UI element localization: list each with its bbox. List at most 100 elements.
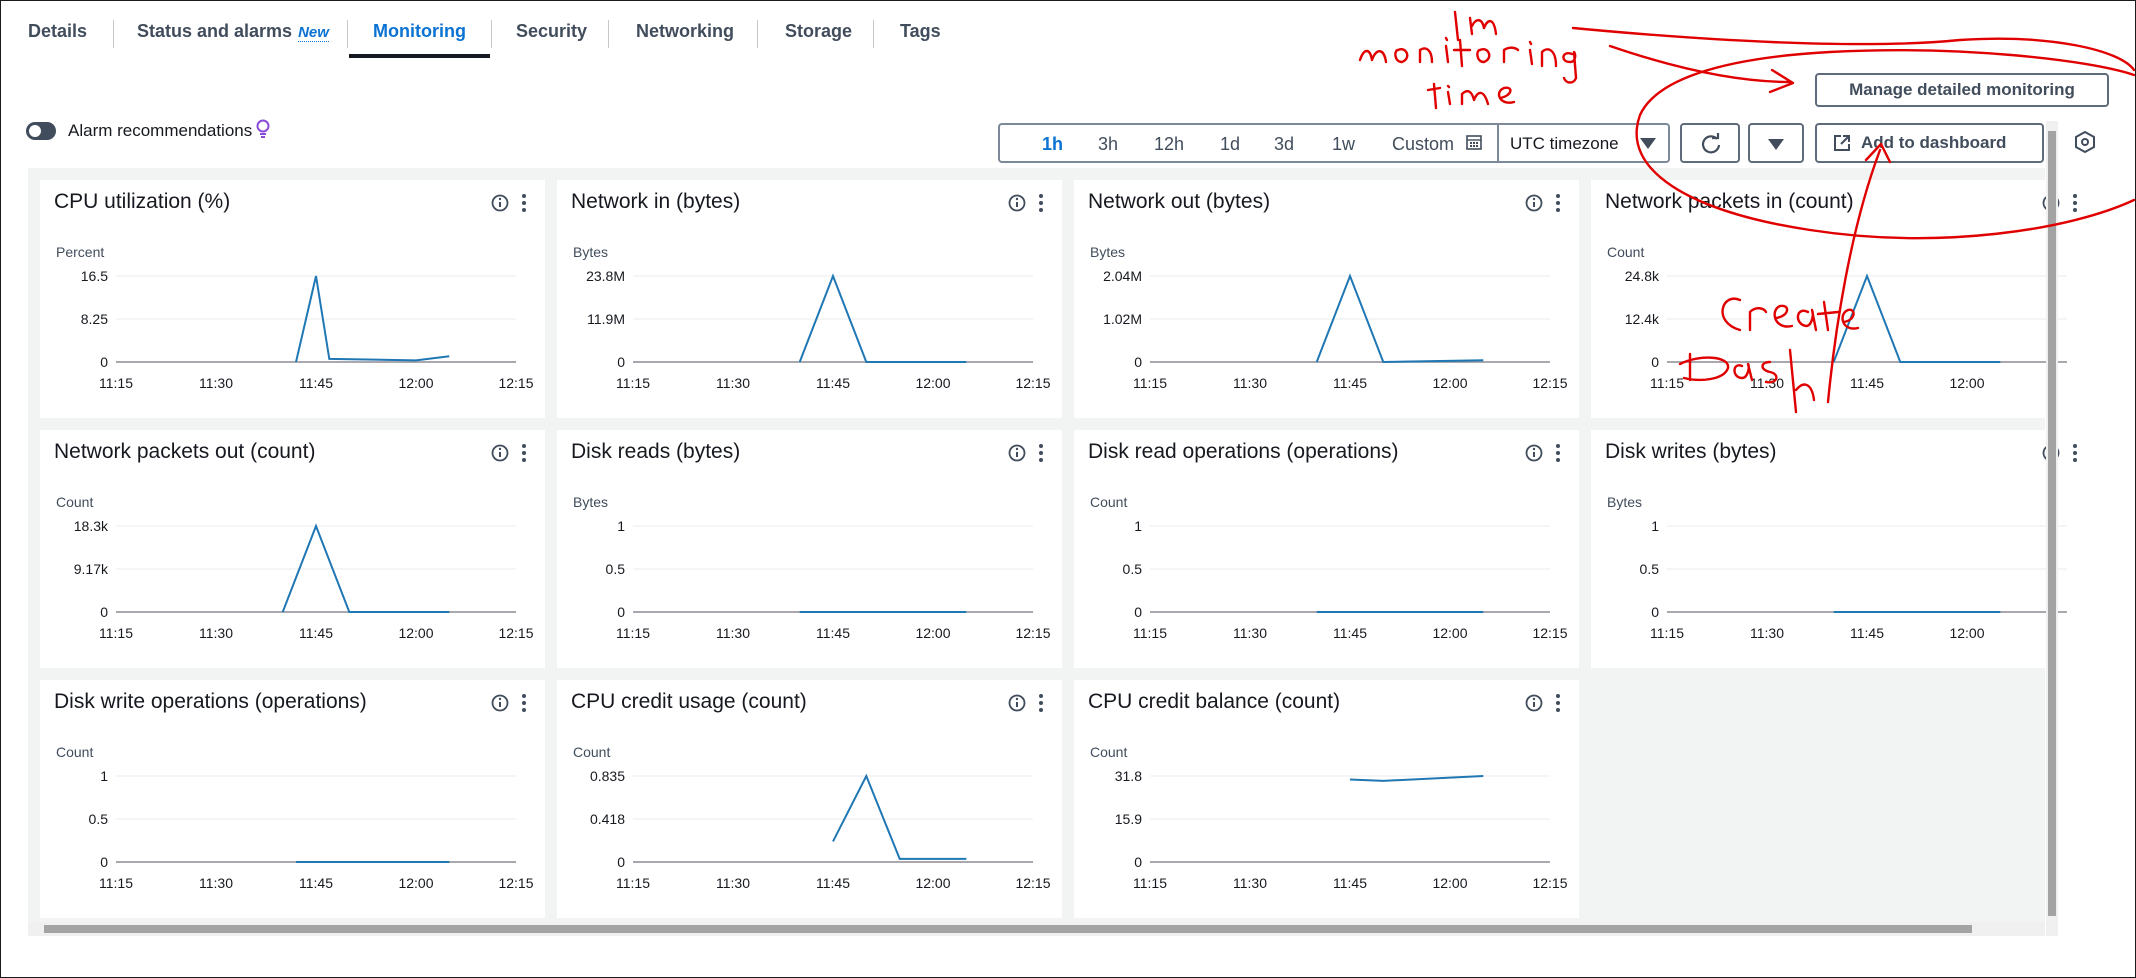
y-tick-label: 11.9M <box>587 311 625 327</box>
x-tick-label: 11:15 <box>616 625 650 641</box>
tab-security[interactable]: Security <box>516 0 587 58</box>
y-tick-label: 9.17k <box>74 561 109 577</box>
preferences-icon[interactable] <box>2075 131 2095 153</box>
x-tick-label: 11:30 <box>199 625 233 641</box>
x-tick-label: 11:15 <box>1133 375 1167 391</box>
more-options-icon[interactable] <box>1555 193 1561 213</box>
series-line[interactable] <box>832 773 967 860</box>
vertical-scrollbar[interactable] <box>2046 121 2058 936</box>
alarm-recommendations-toggle[interactable] <box>26 122 56 140</box>
series-line[interactable] <box>1349 775 1484 782</box>
info-icon[interactable] <box>1525 194 1543 212</box>
caret-down-icon[interactable] <box>1640 138 1656 149</box>
y-tick-label: 1 <box>1651 518 1659 534</box>
info-icon[interactable] <box>1525 694 1543 712</box>
caret-down-icon <box>1768 139 1784 150</box>
metric-widget: Disk read operations (operations) Count 0 0… <box>1074 430 1579 668</box>
x-tick-label: 11:30 <box>716 625 750 641</box>
tab-status-and-alarms[interactable]: Status and alarms New <box>137 0 329 58</box>
x-tick-label: 12:15 <box>1015 875 1050 891</box>
range-1h[interactable]: 1h <box>1042 125 1063 161</box>
x-tick-label: 12:15 <box>498 875 533 891</box>
scrollbar-thumb[interactable] <box>2048 131 2056 916</box>
tab-monitoring[interactable]: Monitoring <box>373 0 466 58</box>
calendar-icon[interactable] <box>1466 134 1482 150</box>
more-options-icon[interactable] <box>1555 443 1561 463</box>
range-1d[interactable]: 1d <box>1220 125 1240 161</box>
x-tick-label: 12:00 <box>915 375 950 391</box>
y-tick-label: 0.835 <box>590 768 625 784</box>
x-tick-label: 12:00 <box>1949 375 1984 391</box>
line-chart: 0 8.25 16.5 11:15 11:30 11:45 12:00 12:15 <box>81 268 534 391</box>
y-tick-label: 15.9 <box>1115 811 1142 827</box>
x-tick-label: 12:00 <box>398 375 433 391</box>
tab-tags[interactable]: Tags <box>900 0 941 58</box>
y-tick-label: 0.5 <box>1123 561 1143 577</box>
tab-details[interactable]: Details <box>28 0 87 58</box>
widget-title: Network in (bytes) <box>571 190 741 213</box>
range-3d[interactable]: 3d <box>1274 125 1294 161</box>
info-icon[interactable] <box>491 694 509 712</box>
y-tick-label: 31.8 <box>1115 768 1142 784</box>
tab-label: Monitoring <box>373 21 466 41</box>
timezone-divider <box>1497 125 1499 161</box>
metric-widget: Disk writes (bytes) Bytes 0 0.5 1 11:15 11:30 1… <box>1591 430 2096 668</box>
x-tick-label: 11:30 <box>716 375 750 391</box>
add-to-dashboard-button[interactable]: Add to dashboard <box>1815 123 2044 163</box>
widget-title: Disk writes (bytes) <box>1605 440 1777 463</box>
scrollbar-thumb[interactable] <box>44 925 1972 933</box>
info-icon[interactable] <box>491 194 509 212</box>
range-12h[interactable]: 12h <box>1154 125 1184 161</box>
tab-divider <box>113 20 114 48</box>
range-3h[interactable]: 3h <box>1098 125 1118 161</box>
x-tick-label: 11:30 <box>1750 625 1784 641</box>
widget-title: Disk read operations (operations) <box>1088 440 1399 463</box>
manage-detailed-monitoring-button[interactable]: Manage detailed monitoring <box>1815 73 2109 107</box>
range-1w[interactable]: 1w <box>1332 125 1355 161</box>
y-tick-label: 1 <box>1134 518 1142 534</box>
line-chart: 0 11.9M 23.8M 11:15 11:30 11:45 12:00 12:15 <box>586 268 1051 391</box>
metric-widget: CPU credit usage (count) Count 0 0.418 0.835… <box>557 680 1062 918</box>
refresh-icon <box>1701 133 1721 154</box>
widget-title: CPU credit balance (count) <box>1088 690 1341 713</box>
tab-networking[interactable]: Networking <box>636 0 734 58</box>
info-icon[interactable] <box>1008 694 1026 712</box>
range-custom[interactable]: Custom <box>1392 125 1454 161</box>
line-chart: 0 9.17k 18.3k 11:15 11:30 11:45 12:00 12:15 <box>74 518 534 641</box>
x-tick-label: 11:45 <box>299 375 333 391</box>
refresh-options-button[interactable] <box>1748 123 1804 163</box>
x-tick-label: 12:00 <box>915 875 950 891</box>
more-options-icon[interactable] <box>521 193 527 213</box>
info-icon[interactable] <box>491 444 509 462</box>
alarm-recommendations-label: Alarm recommendations <box>68 121 253 140</box>
x-tick-label: 12:00 <box>398 625 433 641</box>
info-icon[interactable] <box>1008 444 1026 462</box>
more-options-icon[interactable] <box>521 693 527 713</box>
more-options-icon[interactable] <box>1555 693 1561 713</box>
time-range-selector: 1h 3h 12h 1d 3d 1w Custom UTC timezone <box>998 123 1670 163</box>
more-options-icon[interactable] <box>1038 443 1044 463</box>
y-tick-label: 0.418 <box>590 811 625 827</box>
more-options-icon[interactable] <box>521 443 527 463</box>
more-options-icon[interactable] <box>1038 193 1044 213</box>
y-tick-label: 0 <box>1134 854 1142 870</box>
x-tick-label: 12:15 <box>498 375 533 391</box>
horizontal-scrollbar[interactable] <box>28 922 2045 936</box>
x-tick-label: 12:00 <box>1432 375 1467 391</box>
tab-storage[interactable]: Storage <box>785 0 852 58</box>
more-options-icon[interactable] <box>2072 443 2078 463</box>
timezone-select[interactable]: UTC timezone <box>1510 125 1619 161</box>
info-icon[interactable] <box>1008 194 1026 212</box>
x-tick-label: 11:15 <box>616 875 650 891</box>
x-tick-label: 11:45 <box>299 875 333 891</box>
line-chart: 0 15.9 31.8 11:15 11:30 11:45 12:00 12:15 <box>1115 768 1568 891</box>
x-tick-label: 11:15 <box>99 875 133 891</box>
metric-widget: CPU utilization (%) Percent 0 8.25 16.5 11:15… <box>40 180 545 418</box>
x-tick-label: 11:45 <box>1333 875 1367 891</box>
info-icon[interactable] <box>1525 444 1543 462</box>
refresh-button[interactable] <box>1680 123 1740 163</box>
more-options-icon[interactable] <box>1038 693 1044 713</box>
x-tick-label: 12:15 <box>1532 375 1567 391</box>
metric-widget: CPU credit balance (count) Count 0 15.9 31.8… <box>1074 680 1579 918</box>
more-options-icon[interactable] <box>2072 193 2078 213</box>
